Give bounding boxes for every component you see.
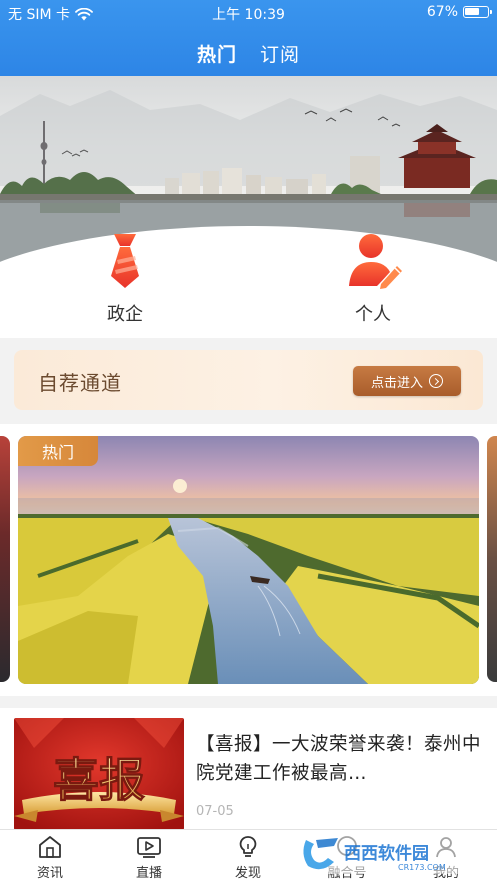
- tab-live[interactable]: 直播: [109, 834, 189, 881]
- tie-icon: [111, 234, 139, 288]
- status-right: 67%: [426, 4, 492, 20]
- recommend-title: 自荐通道: [38, 371, 122, 395]
- good-news-poster-image: 喜报: [14, 718, 184, 830]
- live-icon: [137, 837, 161, 858]
- category-label-personal: 个人: [355, 304, 391, 325]
- tab-hot[interactable]: 热门: [197, 44, 237, 66]
- news-icon: [39, 836, 61, 858]
- app-header: 无 SIM 卡 上午 10:39 67% 热门 订阅: [0, 0, 497, 76]
- watermark-domain: CR173.COM: [398, 863, 446, 872]
- carousel-prev-card[interactable]: [0, 436, 10, 682]
- recommend-banner[interactable]: 自荐通道 点击进入: [14, 350, 483, 410]
- category-government-enterprise[interactable]: 政企: [65, 230, 185, 326]
- chevron-right-circle-icon: [429, 374, 443, 388]
- battery-level: [465, 8, 479, 15]
- status-time: 上午 10:39: [212, 7, 285, 23]
- status-bar: 无 SIM 卡 上午 10:39 67%: [0, 0, 497, 26]
- watermark-brand: 西西软件园: [344, 843, 429, 864]
- tab-discover-label: 发现: [234, 866, 261, 881]
- hot-carousel[interactable]: 热门: [0, 424, 497, 696]
- tab-discover[interactable]: 发现: [208, 834, 288, 881]
- site-watermark-logo: 西西软件园 CR173.COM: [298, 832, 478, 874]
- news-thumbnail: 喜报: [14, 718, 184, 830]
- enter-button-label: 点击进入: [370, 375, 423, 391]
- news-list-item[interactable]: 喜报 【喜报】一大波荣誉来袭！泰州中院党建工作被最高… 07-05: [0, 696, 497, 830]
- tab-subscribe[interactable]: 订阅: [260, 44, 300, 66]
- lightbulb-icon: [239, 836, 257, 857]
- tab-news[interactable]: 资讯: [10, 834, 90, 881]
- news-date: 07-05: [196, 804, 234, 819]
- tab-news-label: 资讯: [36, 866, 63, 881]
- hot-card[interactable]: 热门: [18, 436, 479, 684]
- thumb-headline-text: 喜报: [53, 753, 145, 807]
- rapeseed-field-image: [18, 436, 479, 684]
- category-personal[interactable]: 个人: [313, 230, 433, 326]
- tab-live-label: 直播: [135, 866, 162, 881]
- top-nav-tabs: 热门 订阅: [0, 40, 497, 67]
- hero-banner: 政企 个人: [0, 76, 497, 338]
- category-label-government: 政企: [107, 304, 143, 325]
- battery-icon: [463, 6, 492, 18]
- battery-percent: 67%: [426, 4, 458, 20]
- carousel-next-card[interactable]: [487, 436, 497, 682]
- hot-badge: 热门: [18, 436, 98, 466]
- recommend-section: 自荐通道 点击进入: [0, 338, 497, 424]
- news-title: 【喜报】一大波荣誉来袭！泰州中院党建工作被最高…: [196, 734, 482, 784]
- enter-button[interactable]: 点击进入: [353, 366, 461, 396]
- person-edit-icon: [349, 234, 402, 289]
